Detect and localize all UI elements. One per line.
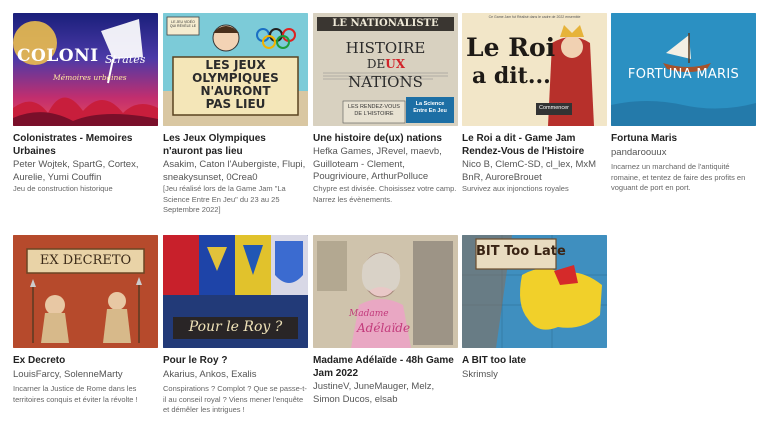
art-title-line: NATIONS [348,73,423,91]
game-title[interactable]: A BIT too late [462,354,607,367]
game-title[interactable]: Fortuna Maris [611,132,756,145]
art-title-part: DE [366,57,386,71]
art-masthead: LE NATIONALISTE [332,18,439,29]
colonistrates-art [13,19,158,126]
game-authors: Asakim, Caton l'Aubergiste, Flupi, sneak… [163,159,306,183]
game-thumbnail[interactable]: EX DECRETO [13,235,158,348]
art-title: FORTUNA MARIS [627,67,740,82]
game-authors: Hefka Games, JRevel, maevb, Guilloteam -… [313,146,442,182]
art-title: EX DECRETO [39,253,132,268]
art-title: Pour le Roy ? [188,319,283,335]
game-authors: Peter Wojtek, SpartG, Cortex, Aurelie, Y… [13,159,139,183]
game-authors: JustineV, JuneMauger, Melz, Simon Ducos,… [313,381,435,405]
art-title-line: Le Roi [466,33,556,62]
game-title[interactable]: Le Roi a dit - Game Jam Rendez-Vous de l… [462,132,607,158]
game-thumbnail[interactable]: LE NATIONALISTE HISTOIRE DEUX NATIONS LE… [313,13,458,126]
art-title-part: Stra [105,53,129,66]
art-subtitle: LES RENDEZ-VOUS [348,104,400,110]
art-subtitle: DE L'HISTOIRE [354,111,394,117]
game-title[interactable]: Une histoire de(ux) nations [313,132,458,145]
art-title-line: Adélaïde [357,321,411,335]
game-description: Incarner la Justice de Rome dans les ter… [13,384,138,404]
art-title-line: a dit... [472,63,551,89]
game-thumbnail[interactable]: Madame Adélaïde [313,235,458,348]
art-title: BIT Too Late [476,244,566,259]
game-authors: LouisFarcy, SolenneMarty [13,369,123,380]
game-description: [Jeu réalisé lors de la Game Jam "La Sci… [163,184,286,214]
start-button: Commencer [539,105,569,111]
game-thumbnail[interactable]: COLONI Strates Mémoires urbaines [13,13,158,126]
art-banner: LE JEU VIDÉO QUI RÉVÈLE LE [169,20,197,28]
game-description: Incarnez un marchand de l'antiquité roma… [611,162,746,192]
game-thumbnail[interactable]: Ce Game Jam fut Réalisé dans le cadre de… [462,13,607,126]
game-title[interactable]: Pour le Roy ? [163,354,308,367]
art-title-accent: UX [385,57,406,71]
art-title: COLONI [17,46,99,66]
game-thumbnail[interactable]: Pour le Roy ? [163,235,308,348]
game-thumbnail[interactable]: LE JEU VIDÉO QUI RÉVÈLE LE LES JEUX OLYM… [163,13,308,126]
game-description: Chypre est divisée. Choisissez votre cam… [313,184,457,204]
game-authors: Nico B, ClemC-SD, cl_lex, MxM BnR, Auror… [462,159,597,183]
art-badge: La Science [415,101,445,107]
art-subtitle: Mémoires urbaines [53,73,127,82]
art-title-line: PAS LIEU [205,97,266,111]
game-authors: Skrimsly [462,369,498,380]
game-title[interactable]: Ex Decreto [13,354,158,367]
exdecreto-art [13,235,158,348]
game-authors: Akarius, Ankos, Exalis [163,369,257,380]
art-title-line: HISTOIRE [345,39,426,57]
game-thumbnail[interactable]: FORTUNA MARIS [611,13,756,126]
game-title[interactable]: Madame Adélaïde - 48h Game Jam 2022 [313,354,458,380]
game-title[interactable]: Les Jeux Olympiques n'auront pas lieu [163,132,308,158]
game-description: Conspirations ? Complot ? Que se passe-t… [163,384,307,414]
art-header: Ce Game Jam fut Réalisé dans le cadre de… [488,15,581,19]
game-thumbnail[interactable]: BIT Too Late [462,235,607,348]
art-title-line: Madame [349,309,389,319]
game-authors: pandaroouux [611,147,667,158]
game-description: Survivez aux injonctions royales [462,184,569,193]
game-description: Jeu de construction historique [13,184,113,193]
art-title-part: tes [128,53,146,66]
game-title[interactable]: Colonistrates - Memoires Urbaines [13,132,158,158]
art-badge: Entre En Jeu [413,108,447,114]
